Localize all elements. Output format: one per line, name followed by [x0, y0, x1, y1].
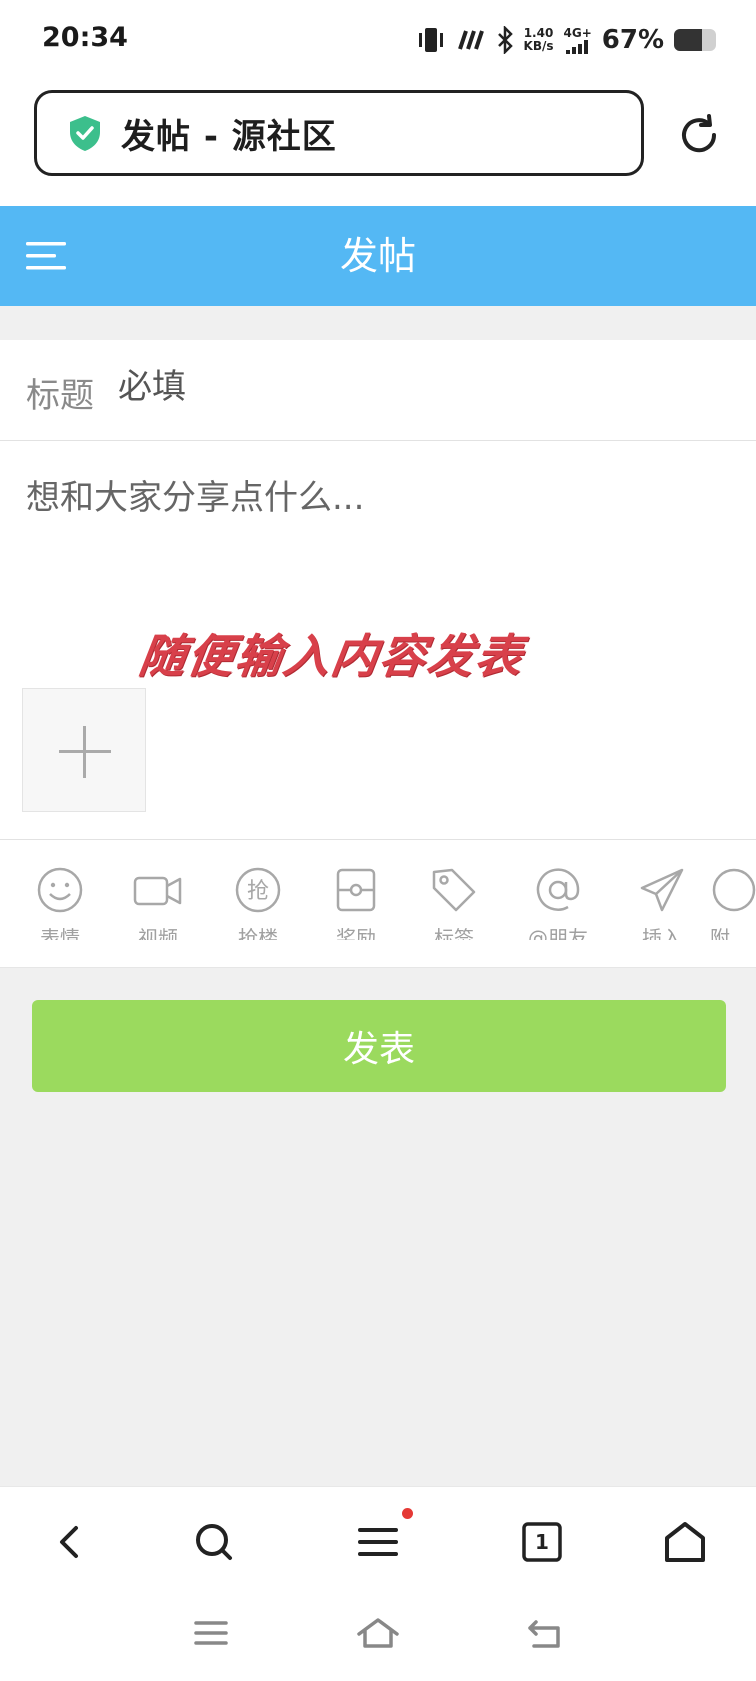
- system-home-icon[interactable]: [353, 1608, 403, 1658]
- title-input[interactable]: [118, 364, 718, 410]
- battery-icon: [674, 29, 716, 51]
- content-input[interactable]: [26, 470, 726, 590]
- tool-label: 插入: [642, 926, 682, 940]
- video-camera-icon: [133, 876, 182, 906]
- network-speed: 1.40 KB/s: [523, 26, 554, 53]
- tool-label: 抢楼: [238, 926, 278, 940]
- add-image-button[interactable]: [22, 688, 146, 812]
- at-icon: [536, 868, 580, 911]
- reward-icon: [336, 868, 376, 912]
- attachment-icon: [712, 868, 756, 912]
- tool-label: 标签: [434, 926, 474, 940]
- battery-percent: 67%: [601, 25, 664, 55]
- menu-icon[interactable]: [350, 1514, 406, 1570]
- signal-icon: [565, 39, 588, 54]
- tool-insert[interactable]: 插入: [612, 866, 712, 966]
- system-recents-icon[interactable]: [186, 1608, 236, 1658]
- home-icon[interactable]: [657, 1514, 713, 1570]
- tool-label: 奖励: [336, 926, 376, 940]
- reload-icon[interactable]: [676, 112, 722, 158]
- svg-text:抢: 抢: [247, 879, 269, 904]
- tool-attachment[interactable]: 附: [710, 866, 756, 966]
- back-icon[interactable]: [42, 1514, 98, 1570]
- tool-label: 附: [710, 926, 730, 940]
- network-type: 4G+: [564, 26, 592, 54]
- tool-video[interactable]: 视频: [108, 866, 208, 966]
- paper-plane-icon: [640, 868, 684, 912]
- bluetooth-icon: [497, 26, 513, 54]
- status-icons: 1.40 KB/s 4G+ 67%: [416, 20, 716, 60]
- system-back-icon[interactable]: [520, 1608, 570, 1658]
- tab-count: 1: [535, 1530, 549, 1554]
- tabs-button[interactable]: 1: [514, 1514, 570, 1570]
- tool-label: 表情: [40, 926, 80, 940]
- grab-floor-icon: 抢: [235, 867, 281, 913]
- notification-dot: [402, 1508, 413, 1519]
- tool-at-friend[interactable]: @朋友: [508, 866, 608, 966]
- tool-reward[interactable]: 奖励: [306, 866, 406, 966]
- tool-tag[interactable]: 标签: [404, 866, 504, 966]
- tool-grab-floor[interactable]: 抢 抢楼: [208, 866, 308, 966]
- nfc-icon: [457, 30, 484, 50]
- status-time: 20:34: [42, 22, 128, 53]
- tag-icon: [432, 868, 476, 912]
- search-icon[interactable]: [186, 1514, 242, 1570]
- tool-label: 视频: [138, 926, 178, 940]
- overlay-caption: 随便输入内容发表: [135, 629, 528, 683]
- tool-label: @朋友: [528, 926, 588, 940]
- shield-check-icon: [70, 116, 100, 151]
- publish-button[interactable]: 发表: [32, 1000, 726, 1092]
- page-title: 发帖 - 源社区: [121, 116, 337, 157]
- title-label: 标题: [26, 376, 94, 416]
- tool-emoji[interactable]: 表情: [10, 866, 110, 966]
- address-bar[interactable]: 发帖 - 源社区: [34, 90, 644, 176]
- header-title: 发帖: [339, 234, 416, 278]
- smiley-icon: [37, 867, 83, 913]
- vibrate-icon: [418, 28, 443, 52]
